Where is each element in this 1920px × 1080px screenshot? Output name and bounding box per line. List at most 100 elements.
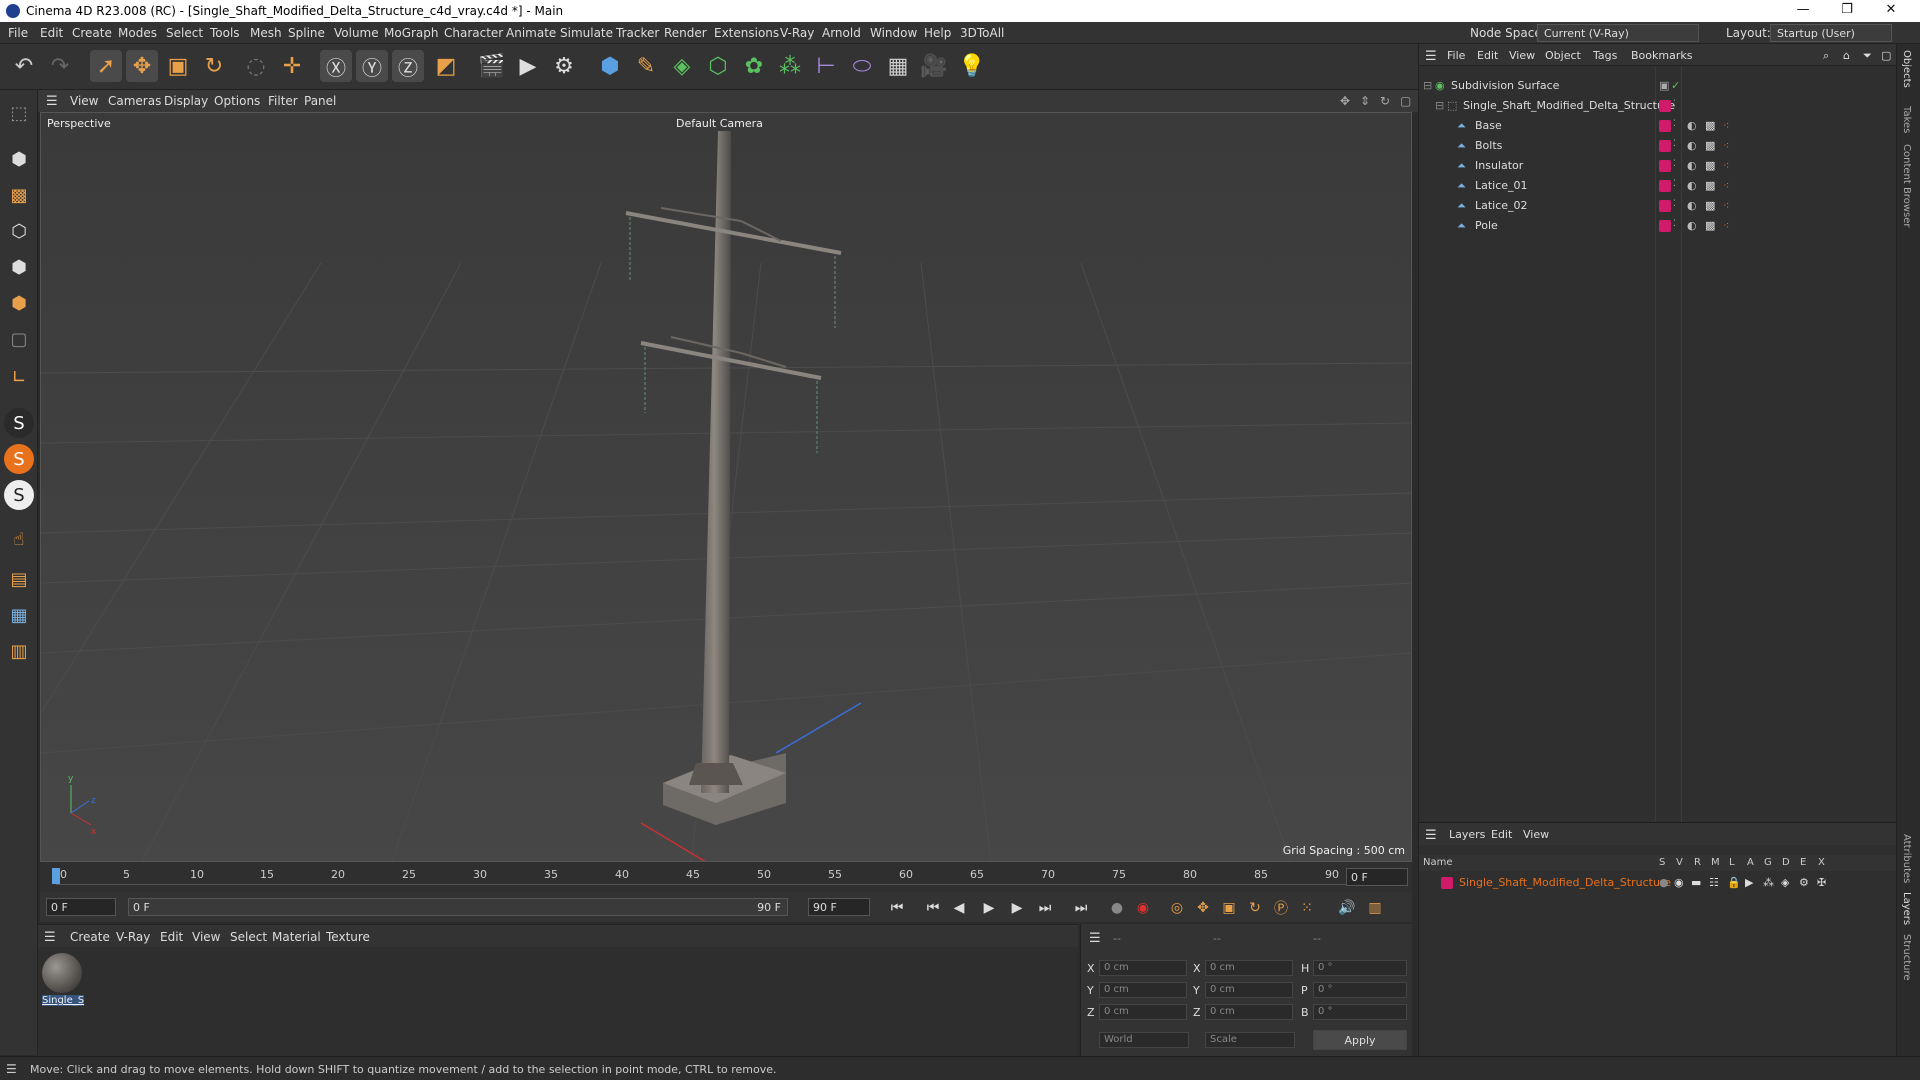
visibility-dots-icon[interactable]: ⁚ — [1673, 99, 1676, 109]
vray-tag-icon[interactable]: ⁖ — [1723, 119, 1729, 132]
mograph-icon[interactable]: ⁂ — [774, 50, 806, 82]
material-tag-icon[interactable]: ◐ — [1687, 199, 1697, 212]
menu-spline[interactable]: Spline — [288, 26, 325, 40]
goto-start-icon[interactable]: ⏮ — [886, 897, 908, 919]
coordinate-system-icon[interactable]: ◩ — [430, 50, 462, 82]
object-row-group[interactable]: ⊟ ⬚ Single_Shaft_Modified_Delta_Structur… — [1419, 96, 1897, 116]
current-frame-field[interactable]: 0 F — [1346, 868, 1408, 886]
vp-menu-filter[interactable]: Filter — [268, 94, 298, 108]
material-menu-icon[interactable]: ☰ — [44, 930, 56, 945]
menu-file[interactable]: File — [8, 26, 28, 40]
new-view-icon[interactable]: ▢ — [1881, 49, 1891, 62]
material-tag-icon[interactable]: ◐ — [1687, 119, 1697, 132]
menu-tracker[interactable]: Tracker — [616, 26, 659, 40]
axis-mode-icon[interactable]: ∟ — [4, 362, 34, 392]
uvw-tag-icon[interactable]: ▩ — [1705, 159, 1715, 172]
menu-help[interactable]: Help — [924, 26, 951, 40]
z-axis-icon[interactable]: Ⓩ — [392, 50, 424, 82]
menu-extensions[interactable]: Extensions — [714, 26, 779, 40]
size-y-field[interactable]: 0 cm — [1205, 982, 1293, 998]
manager-icon[interactable]: ☷ — [1709, 876, 1719, 889]
rotate-tool-icon[interactable]: ↻ — [198, 50, 230, 82]
field-icon[interactable]: ⬭ — [846, 50, 878, 82]
render-view-icon[interactable]: ▶ — [512, 50, 544, 82]
workplane-snap-icon[interactable]: S — [4, 480, 34, 510]
playhead-marker[interactable] — [52, 868, 60, 884]
make-editable-icon[interactable]: ⬚ — [4, 98, 34, 128]
layer-menu-icon[interactable]: ☰ — [1425, 828, 1437, 843]
deformers-icon[interactable]: ◈ — [1781, 876, 1789, 889]
layer-tag[interactable] — [1659, 160, 1671, 172]
layer-tag[interactable] — [1659, 100, 1671, 112]
uv-mode-icon[interactable]: ▢ — [4, 324, 34, 354]
material-swatch[interactable]: Single_S — [42, 953, 84, 1006]
menu-render[interactable]: Render — [664, 26, 707, 40]
menu-volume[interactable]: Volume — [334, 26, 379, 40]
object-row-subdivision[interactable]: ⊟ ◉ Subdivision Surface ▣ ✓ — [1419, 76, 1897, 96]
snap-icon[interactable]: S — [4, 408, 34, 438]
layer-menu-view[interactable]: View — [1523, 828, 1549, 841]
status-menu-icon[interactable]: ☰ — [6, 1062, 17, 1076]
search-icon[interactable]: ⌕ — [1823, 49, 1829, 63]
menu-character[interactable]: Character — [444, 26, 503, 40]
tweak-icon[interactable]: ☝ — [4, 524, 34, 554]
close-icon[interactable]: ✕ — [1876, 2, 1906, 20]
maximize-icon[interactable]: ❐ — [1832, 2, 1862, 20]
uvw-tag-icon[interactable]: ▩ — [1705, 179, 1715, 192]
vray-tag-icon[interactable]: ⁖ — [1723, 179, 1729, 192]
visibility-dots-icon[interactable]: ⁚ — [1673, 179, 1676, 189]
layer-row[interactable]: Single_Shaft_Modified_Delta_Structure ● … — [1419, 873, 1897, 893]
goto-end-icon[interactable]: ⏭ — [1070, 897, 1092, 919]
layer-menu-layers[interactable]: Layers — [1449, 828, 1485, 841]
mat-menu-create[interactable]: Create — [70, 930, 110, 944]
material-tag-icon[interactable]: ◐ — [1687, 139, 1697, 152]
prev-frame-icon[interactable]: ◀ — [948, 897, 970, 919]
timeline-ruler[interactable]: 0 5 10 15 20 25 30 35 40 45 50 55 60 65 … — [40, 862, 1412, 892]
key-position-icon[interactable]: ✥ — [1192, 897, 1214, 919]
object-menu-icon[interactable]: ☰ — [1425, 49, 1437, 64]
object-row-child[interactable]: ⏶ Latice_02 ⁚ ◐ ▩ ⁖ — [1419, 196, 1897, 216]
obj-menu-view[interactable]: View — [1509, 49, 1535, 62]
deformer-icon[interactable]: ⊢ — [810, 50, 842, 82]
rot-b-field[interactable]: 0 ° — [1313, 1004, 1407, 1020]
live-select-icon[interactable]: ◌ — [240, 50, 272, 82]
end-frame-field[interactable]: 90 F — [808, 898, 870, 916]
menu-edit[interactable]: Edit — [40, 26, 63, 40]
layer-tag[interactable] — [1659, 140, 1671, 152]
object-row-child[interactable]: ⏶ Pole ⁚ ◐ ▩ ⁖ — [1419, 216, 1897, 236]
timeline-icon[interactable]: ▥ — [1364, 897, 1386, 919]
menu-simulate[interactable]: Simulate — [560, 26, 613, 40]
vray-tag-icon[interactable]: ⁖ — [1723, 219, 1729, 232]
visibility-dots-icon[interactable]: ⁚ — [1673, 139, 1676, 149]
locked-workplane-icon[interactable]: ▥ — [4, 636, 34, 666]
uvw-tag-icon[interactable]: ▩ — [1705, 139, 1715, 152]
edit-toggle-icon[interactable]: ▣ — [1659, 79, 1669, 92]
workplane-icon[interactable]: ▤ — [4, 564, 34, 594]
menu-animate[interactable]: Animate — [506, 26, 556, 40]
lock-icon[interactable]: 🔒 — [1727, 876, 1741, 889]
move-tool-icon[interactable]: ✥ — [126, 50, 158, 82]
nodespace-select[interactable]: Current (V-Ray) — [1537, 24, 1699, 42]
layer-tag[interactable] — [1659, 200, 1671, 212]
x-axis-icon[interactable]: Ⓧ — [320, 50, 352, 82]
tab-objects[interactable]: Objects — [1901, 50, 1912, 88]
redo-icon[interactable]: ↷ — [44, 50, 76, 82]
object-row-child[interactable]: ⏶ Latice_01 ⁚ ◐ ▩ ⁖ — [1419, 176, 1897, 196]
layer-tag[interactable] — [1659, 220, 1671, 232]
pos-y-field[interactable]: 0 cm — [1099, 982, 1187, 998]
sound-icon[interactable]: 🔊 — [1336, 897, 1358, 919]
apply-button[interactable]: Apply — [1313, 1030, 1407, 1050]
key-pla-icon[interactable]: ⁙ — [1296, 897, 1318, 919]
menu-modes[interactable]: Modes — [118, 26, 157, 40]
key-scale-icon[interactable]: ▣ — [1218, 897, 1240, 919]
key-param-icon[interactable]: Ⓟ — [1270, 897, 1292, 919]
menu-mograph[interactable]: MoGraph — [384, 26, 439, 40]
key-selection-icon[interactable]: ◎ — [1166, 897, 1188, 919]
material-tag-icon[interactable]: ◐ — [1687, 159, 1697, 172]
vp-menu-panel[interactable]: Panel — [304, 94, 336, 108]
visible-eye-icon[interactable]: ◉ — [1674, 876, 1684, 889]
visibility-dots-icon[interactable]: ⁚ — [1673, 159, 1676, 169]
obj-menu-edit[interactable]: Edit — [1477, 49, 1498, 62]
render-icon[interactable]: ▬ — [1691, 876, 1701, 889]
coord-menu-icon[interactable]: ☰ — [1089, 931, 1101, 946]
